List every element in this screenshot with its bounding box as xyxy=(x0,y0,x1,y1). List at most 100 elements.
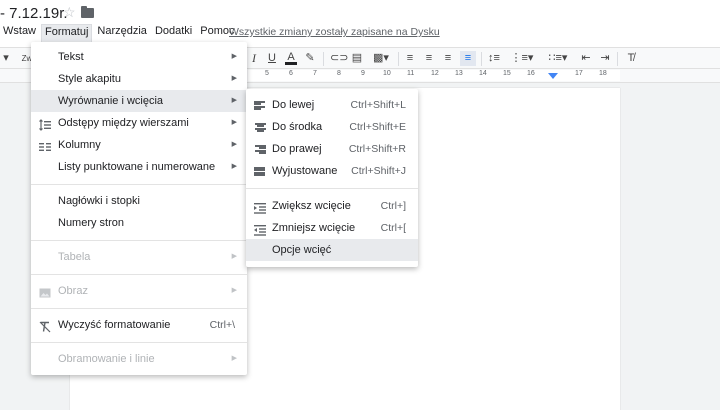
ruler-number: 7 xyxy=(313,70,317,77)
menu-divider xyxy=(31,308,247,309)
menu-item-label: Listy punktowane i numerowane xyxy=(58,161,216,173)
menu-item-clear-formatting[interactable]: Wyczyść formatowanie Ctrl+\ xyxy=(31,314,247,336)
submenu-item-label: Do środka xyxy=(272,121,323,133)
save-status-link[interactable]: Wszystkie zmiany zostały zapisane na Dys… xyxy=(229,26,440,38)
submenu-item-shortcut: Ctrl+Shift+J xyxy=(351,165,406,177)
submenu-item-shortcut: Ctrl+Shift+L xyxy=(350,99,406,111)
submenu-item-increase-indent[interactable]: Zwiększ wcięcie Ctrl+] xyxy=(246,195,418,217)
columns-icon xyxy=(39,139,51,151)
menu-item-columns[interactable]: Kolumny ▶ xyxy=(31,134,247,156)
text-color-icon[interactable]: A xyxy=(285,51,297,65)
submenu-arrow-icon: ▶ xyxy=(231,141,237,148)
ruler-number: 17 xyxy=(575,70,583,77)
submenu-item-shortcut: Ctrl+Shift+R xyxy=(348,143,406,155)
align-left-icon[interactable]: ≡ xyxy=(404,51,416,66)
toolbar-divider xyxy=(481,52,482,66)
link-icon[interactable]: ⊂⊃ xyxy=(330,51,348,66)
submenu-divider xyxy=(246,188,418,189)
submenu-item-label: Zmniejsz wcięcie xyxy=(272,222,356,234)
menu-item-image: Obraz ▶ xyxy=(31,280,247,302)
clear-formatting-icon[interactable]: T̸ xyxy=(624,51,638,66)
ruler-number: 14 xyxy=(479,70,487,77)
line-spacing-icon[interactable]: ↕≡ xyxy=(487,51,501,66)
menu-item-paragraph-styles[interactable]: Style akapitu ▶ xyxy=(31,68,247,90)
submenu-item-label: Do prawej xyxy=(272,143,322,155)
insert-image-icon[interactable]: ▩▾ xyxy=(370,51,392,66)
menu-format[interactable]: Formatuj xyxy=(41,24,93,42)
submenu-arrow-icon: ▶ xyxy=(231,163,237,170)
menu-insert[interactable]: Wstaw xyxy=(0,24,39,42)
submenu-item-align-left[interactable]: Do lewej Ctrl+Shift+L xyxy=(246,94,418,116)
submenu-arrow-icon: ▶ xyxy=(231,97,237,104)
menu-item-lists[interactable]: Listy punktowane i numerowane ▶ xyxy=(31,156,247,178)
menu-item-text[interactable]: Tekst ▶ xyxy=(31,46,247,68)
italic-icon[interactable]: I xyxy=(248,51,260,66)
comment-icon[interactable]: ▤ xyxy=(351,51,363,66)
star-icon[interactable]: ☆ xyxy=(63,4,76,21)
submenu-arrow-icon: ▶ xyxy=(231,53,237,60)
toolbar-divider xyxy=(323,52,324,66)
submenu-item-shortcut: Ctrl+] xyxy=(380,200,406,212)
align-indent-submenu: Do lewej Ctrl+Shift+L Do środka Ctrl+Shi… xyxy=(246,89,418,267)
align-right-icon xyxy=(254,143,266,155)
menu-item-shortcut: Ctrl+\ xyxy=(209,319,235,331)
menu-item-label: Kolumny xyxy=(58,139,101,151)
menu-item-headers-footers[interactable]: Nagłówki i stopki xyxy=(31,190,247,212)
numbered-list-icon[interactable]: ⋮≡▾ xyxy=(510,51,534,66)
menu-item-line-spacing[interactable]: Odstępy między wierszami ▶ xyxy=(31,112,247,134)
menu-item-label: Wyrównanie i wcięcia xyxy=(58,95,164,107)
submenu-item-align-center[interactable]: Do środka Ctrl+Shift+E xyxy=(246,116,418,138)
chevron-down-icon[interactable]: ▾ xyxy=(2,51,10,66)
ruler-number: 10 xyxy=(383,70,391,77)
line-spacing-icon xyxy=(39,117,51,131)
menu-item-page-numbers[interactable]: Numery stron xyxy=(31,212,247,234)
menu-divider xyxy=(31,274,247,275)
ruler-number: 5 xyxy=(265,70,269,77)
align-center-icon[interactable]: ≡ xyxy=(423,51,435,66)
submenu-item-label: Zwiększ wcięcie xyxy=(272,200,351,212)
menu-tools[interactable]: Narzędzia xyxy=(94,24,150,42)
menu-item-label: Style akapitu xyxy=(58,73,121,85)
decrease-indent-icon[interactable]: ⇤ xyxy=(579,51,593,66)
right-indent-marker[interactable] xyxy=(548,73,558,79)
align-justify-icon[interactable]: ≡ xyxy=(460,51,476,66)
menu-item-label: Tekst xyxy=(58,51,84,63)
submenu-item-align-justify[interactable]: Wyjustowane Ctrl+Shift+J xyxy=(246,160,418,182)
document-title[interactable]: - 7.12.19r. xyxy=(0,5,68,22)
clear-formatting-icon xyxy=(39,319,51,333)
menu-divider xyxy=(31,342,247,343)
submenu-item-label: Wyjustowane xyxy=(272,165,338,177)
menu-bar: Wstaw Formatuj Narzędzia Dodatki Pomoc xyxy=(0,24,239,42)
menu-addons[interactable]: Dodatki xyxy=(152,24,195,42)
folder-icon[interactable] xyxy=(81,6,94,18)
submenu-item-decrease-indent[interactable]: Zmniejsz wcięcie Ctrl+[ xyxy=(246,217,418,239)
menu-item-label: Obramowanie i linie xyxy=(58,353,155,365)
menu-item-align-indent[interactable]: Wyrównanie i wcięcia ▶ xyxy=(31,90,247,112)
ruler-number: 16 xyxy=(527,70,535,77)
image-icon xyxy=(39,285,51,298)
align-center-icon xyxy=(254,121,266,133)
ruler-number: 6 xyxy=(289,70,293,77)
menu-item-label: Obraz xyxy=(58,285,88,297)
menu-divider xyxy=(31,240,247,241)
align-right-icon[interactable]: ≡ xyxy=(442,51,454,66)
menu-item-label: Nagłówki i stopki xyxy=(58,195,140,207)
submenu-item-label: Opcje wcięć xyxy=(272,244,332,256)
increase-indent-icon[interactable]: ⇥ xyxy=(598,51,612,66)
align-justify-icon xyxy=(254,165,266,177)
submenu-item-shortcut: Ctrl+[ xyxy=(380,222,406,234)
submenu-item-align-right[interactable]: Do prawej Ctrl+Shift+R xyxy=(246,138,418,160)
bulleted-list-icon[interactable]: ∷≡▾ xyxy=(546,51,570,66)
ruler-number: 8 xyxy=(337,70,341,77)
submenu-item-shortcut: Ctrl+Shift+E xyxy=(349,121,406,133)
underline-icon[interactable]: U xyxy=(266,51,278,66)
submenu-arrow-icon: ▶ xyxy=(231,287,237,294)
ruler-number: 9 xyxy=(361,70,365,77)
submenu-arrow-icon: ▶ xyxy=(231,355,237,362)
menu-item-label: Tabela xyxy=(58,251,91,263)
submenu-arrow-icon: ▶ xyxy=(231,75,237,82)
menu-item-label: Wyczyść formatowanie xyxy=(58,319,171,331)
submenu-item-indent-options[interactable]: Opcje wcięć xyxy=(246,239,418,261)
highlight-pen-icon[interactable]: ✎ xyxy=(304,51,316,66)
decrease-indent-icon xyxy=(254,222,266,236)
